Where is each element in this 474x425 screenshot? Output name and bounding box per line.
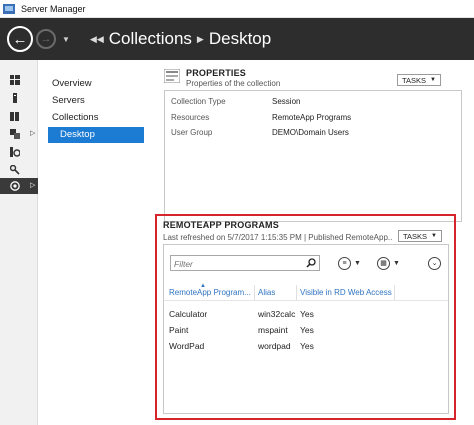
property-key: Collection Type [171,97,226,106]
breadcrumb-separator-icon: ◀◀ [89,33,104,44]
list-options-button[interactable]: ≡ ▼ [338,256,361,270]
local-server-icon [10,93,20,103]
breadcrumb-collections[interactable]: Collections [109,29,192,49]
save-query-icon: ▦ [377,256,390,270]
strip-all-servers[interactable] [0,108,38,124]
arrow-right-icon: → [40,32,52,45]
column-header-visible[interactable]: Visible in RD Web Access [300,288,392,297]
properties-subtitle: Properties of the collection [186,79,281,88]
rds-navigation-pane: Overview Servers Collections Desktop [38,60,150,425]
property-key: Resources [171,113,210,122]
property-value: RemoteApp Programs [272,113,352,122]
properties-title: PROPERTIES [186,68,247,78]
nav-item-collections[interactable]: Collections [48,110,144,126]
strip-file-storage[interactable]: ▷ [0,126,38,142]
file-storage-icon [10,129,20,139]
column-divider[interactable] [254,285,255,301]
property-value: DEMO\Domain Users [272,128,349,137]
history-dropdown-button[interactable]: ▼ [62,35,70,44]
property-row: User Group DEMO\Domain Users [171,128,457,140]
cell-visible: Yes [300,341,314,351]
column-header-program[interactable]: RemoteApp Program... [169,288,251,297]
chevron-down-icon: ▼ [430,77,436,83]
chevron-down-icon: ▼ [354,259,361,267]
iis-icon [10,147,20,157]
list-icon: ≡ [338,256,351,270]
cell-alias: mspaint [258,325,288,335]
chevron-down-icon: ▼ [393,259,400,267]
filter-input[interactable] [174,258,302,269]
remote-desktop-services-icon [10,181,20,191]
properties-panel: Collection Type Session Resources Remote… [164,90,462,222]
search-icon[interactable] [306,258,316,268]
strip-remote-desktop-services[interactable]: ▷ [0,178,38,194]
forward-button[interactable]: → [36,29,56,49]
property-value: Session [272,97,301,106]
remoteapp-title: REMOTEAPP PROGRAMS [163,220,279,230]
nav-item-desktop[interactable]: Desktop [48,127,144,143]
table-row[interactable]: Calculator win32calc Yes [164,307,448,322]
strip-iis[interactable] [0,144,38,160]
tasks-label: TASKS [403,231,428,241]
remoteapp-panel: ≡ ▼ ▦ ▼ ⌄ ▲ RemoteApp Program... Alias V… [163,244,449,414]
cell-program: WordPad [169,341,205,351]
column-divider[interactable] [296,285,297,301]
nav-item-servers[interactable]: Servers [48,93,144,109]
table-row[interactable]: WordPad wordpad Yes [164,339,448,354]
all-servers-icon [10,111,20,121]
chevron-down-icon: ▼ [431,233,437,239]
property-row: Collection Type Session [171,97,457,109]
expand-arrow-icon[interactable]: ▷ [30,129,35,137]
window-title: Server Manager [21,3,86,14]
cell-program: Calculator [169,309,208,319]
column-divider[interactable] [394,285,395,301]
cell-alias: win32calc [258,309,296,319]
rds-keys-icon [10,165,20,175]
cell-visible: Yes [300,309,314,319]
chevron-down-circle-icon: ⌄ [428,256,441,270]
remoteapp-tasks-button[interactable]: TASKS ▼ [398,230,442,242]
tasks-label: TASKS [402,75,427,85]
role-icon-strip: ▷ ▷ [0,60,38,425]
properties-icon [163,68,181,84]
strip-rds-keys[interactable] [0,162,38,178]
breadcrumb: ◀◀ Collections ▶ Desktop [90,29,271,49]
table-row[interactable]: Paint mspaint Yes [164,323,448,338]
breadcrumb-desktop[interactable]: Desktop [209,29,271,49]
column-header-alias[interactable]: Alias [258,288,275,297]
dashboard-icon [10,75,20,85]
strip-local-server[interactable] [0,90,38,106]
expand-filter-button[interactable]: ⌄ [428,256,441,270]
property-key: User Group [171,128,213,137]
save-query-button[interactable]: ▦ ▼ [377,256,400,270]
breadcrumb-chevron-icon: ▶ [196,33,204,44]
filter-box[interactable] [170,255,320,271]
title-bar: Server Manager [0,0,474,18]
property-row: Resources RemoteApp Programs [171,113,457,125]
cell-alias: wordpad [258,341,291,351]
properties-tasks-button[interactable]: TASKS ▼ [397,74,441,86]
strip-dashboard[interactable] [0,72,38,88]
nav-item-overview[interactable]: Overview [48,76,144,92]
back-button[interactable]: ← [7,26,33,52]
remoteapp-subtitle: Last refreshed on 5/7/2017 1:15:35 PM | … [163,233,393,242]
navigation-bar: ← → ▼ ◀◀ Collections ▶ Desktop [0,18,474,60]
arrow-left-icon: ← [12,30,28,48]
table-header: ▲ RemoteApp Program... Alias Visible in … [164,283,448,301]
server-manager-icon [3,3,15,14]
expand-arrow-icon[interactable]: ▷ [30,181,35,189]
cell-program: Paint [169,325,189,335]
cell-visible: Yes [300,325,314,335]
